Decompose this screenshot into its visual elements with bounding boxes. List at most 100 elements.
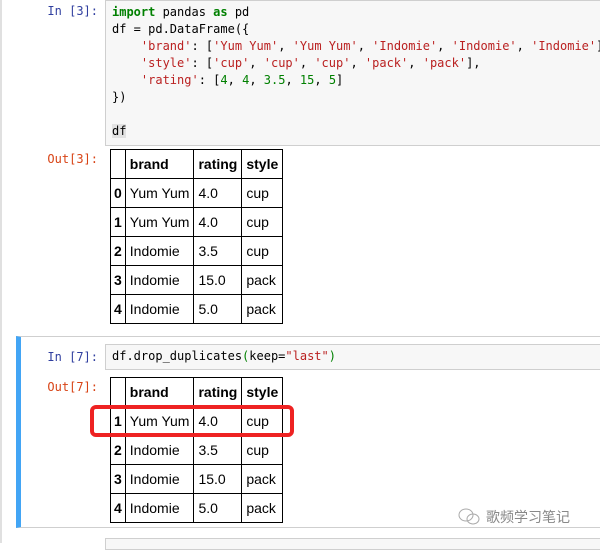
row-index: 4 <box>110 294 126 324</box>
table-row: 2 Indomie 3.5 cup <box>110 236 284 266</box>
code-token: : [ <box>191 56 214 70</box>
table-cell: 3.5 <box>193 435 243 465</box>
row-index: 2 <box>110 236 126 266</box>
code-token: ], <box>466 56 481 70</box>
code-token: df <box>112 124 127 138</box>
code-token: , <box>227 73 243 87</box>
row-index: 4 <box>110 493 126 523</box>
code-token: df = pd.DataFrame({ <box>112 22 250 36</box>
column-header: brand <box>124 377 195 407</box>
code-token: 'cup' <box>263 56 300 70</box>
code-token: 'cup' <box>314 56 351 70</box>
table-cell: pack <box>241 294 284 324</box>
table-cell: Indomie <box>124 493 195 523</box>
table-row: 4 Indomie 5.0 pack <box>110 493 284 523</box>
table-cell: Yum Yum <box>124 207 195 237</box>
code-token: pandas <box>155 5 214 19</box>
code-token: , <box>516 39 532 53</box>
table-row: 4 Indomie 5.0 pack <box>110 294 284 324</box>
table-row: 3 Indomie 15.0 pack <box>110 265 284 295</box>
column-header <box>110 377 126 407</box>
wechat-icon <box>458 508 480 525</box>
code-input[interactable]: import pandas as pd df = pd.DataFrame({ '… <box>105 0 600 146</box>
column-header: brand <box>124 149 195 179</box>
code-token: 'cup' <box>213 56 250 70</box>
row-highlight-annotation <box>90 405 294 437</box>
table-row: 1 Yum Yum 4.0 cup <box>110 207 284 237</box>
table-cell: Indomie <box>124 265 195 295</box>
code-input[interactable]: df.drop_duplicates(keep="last") <box>105 344 600 370</box>
watermark: 歌频学习笔记 <box>458 507 570 527</box>
input-prompt: In [3]: <box>47 4 98 18</box>
table-cell: cup <box>241 178 284 208</box>
page-left-edge <box>0 0 2 543</box>
code-token: import <box>112 5 156 19</box>
code-token: }) <box>112 90 127 104</box>
code-token: 'pack' <box>422 56 467 70</box>
code-token: 4 <box>220 73 228 87</box>
code-token: 'pack' <box>364 56 409 70</box>
dataframe-output: brand rating style 0 Yum Yum 4.0 cup 1 Yum Yum 4.… <box>110 149 284 324</box>
code-line: df <box>112 123 599 140</box>
code-line: import pandas as pd <box>112 4 599 21</box>
code-token: df.drop_duplicates <box>112 349 243 363</box>
code-token: 'Indomie' <box>451 39 517 53</box>
code-token: 3.5 <box>263 73 286 87</box>
code-token: keep= <box>249 349 286 363</box>
table-cell: 5.0 <box>193 493 243 523</box>
table-cell: cup <box>241 435 284 465</box>
dataframe-output: brand rating style 1 Yum Yum 4.0 cup 2 Indomie 3.… <box>110 377 284 523</box>
row-index: 3 <box>110 265 126 295</box>
column-header <box>110 149 126 179</box>
code-token: ) <box>328 349 336 363</box>
table-cell: 15.0 <box>193 265 243 295</box>
row-index: 1 <box>110 207 126 237</box>
code-token: , <box>299 56 315 70</box>
row-index: 3 <box>110 464 126 494</box>
code-token: : [ <box>198 73 221 87</box>
column-header: rating <box>193 149 243 179</box>
row-index: 2 <box>110 435 126 465</box>
next-cell-input[interactable] <box>105 538 600 550</box>
code-line: df = pd.DataFrame({ <box>112 21 599 38</box>
code-line: }) <box>112 89 599 106</box>
code-line: df.drop_duplicates(keep="last") <box>112 348 599 365</box>
code-line: 'style': ['cup', 'cup', 'cup', 'pack', '… <box>112 55 599 72</box>
code-token: 'Indomie' <box>531 39 597 53</box>
table-cell: pack <box>241 493 284 523</box>
watermark-text: 歌频学习笔记 <box>486 509 570 525</box>
table-header-row: brand rating style <box>110 377 284 407</box>
column-header: style <box>241 149 284 179</box>
code-token: , <box>350 56 365 70</box>
table-cell: Indomie <box>124 435 195 465</box>
code-line: 'brand': ['Yum Yum', 'Yum Yum', 'Indomie… <box>112 38 600 55</box>
code-token: , <box>408 56 423 70</box>
code-token: , <box>278 39 293 53</box>
table-cell: Indomie <box>124 294 195 324</box>
table-row: 3 Indomie 15.0 pack <box>110 464 284 494</box>
output-prompt: Out[7]: <box>47 380 98 394</box>
code-token: , <box>357 39 373 53</box>
code-line: 'rating': [4, 4, 3.5, 15, 5] <box>112 72 599 89</box>
code-token: ], <box>596 39 600 53</box>
table-cell: pack <box>241 265 284 295</box>
column-header: style <box>241 377 284 407</box>
table-row: 0 Yum Yum 4.0 cup <box>110 178 284 208</box>
table-cell: 5.0 <box>193 294 243 324</box>
table-cell: pack <box>241 464 284 494</box>
table-header-row: brand rating style <box>110 149 284 179</box>
table-cell: 4.0 <box>193 207 243 237</box>
table-cell: cup <box>241 207 284 237</box>
table-row: 2 Indomie 3.5 cup <box>110 435 284 465</box>
table-cell: Indomie <box>124 236 195 266</box>
code-token: 'style' <box>140 56 192 70</box>
code-token: 'Yum Yum' <box>292 39 358 53</box>
row-index: 0 <box>110 178 126 208</box>
code-token: "last" <box>285 349 329 363</box>
table-cell: 4.0 <box>193 178 243 208</box>
table-cell: cup <box>241 236 284 266</box>
